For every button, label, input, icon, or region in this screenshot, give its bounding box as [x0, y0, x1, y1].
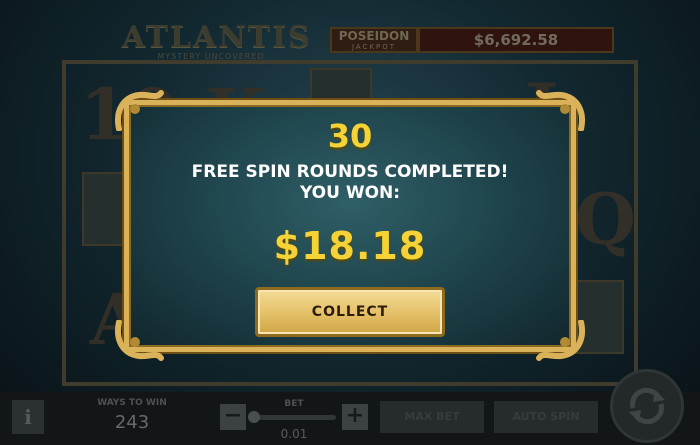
ornament-corner-icon [115, 320, 164, 361]
free-spins-count: 30 [327, 117, 373, 155]
collect-button[interactable]: COLLECT [255, 287, 445, 337]
win-amount: $18.18 [273, 224, 427, 268]
game-stage: ATLANTIS MYSTERY UNCOVERED POSEIDON JACK… [0, 0, 700, 445]
rounds-completed-text: FREE SPIN ROUNDS COMPLETED! [191, 162, 509, 182]
you-won-text: YOU WON: [299, 183, 401, 203]
ornament-corner-icon [536, 320, 585, 361]
